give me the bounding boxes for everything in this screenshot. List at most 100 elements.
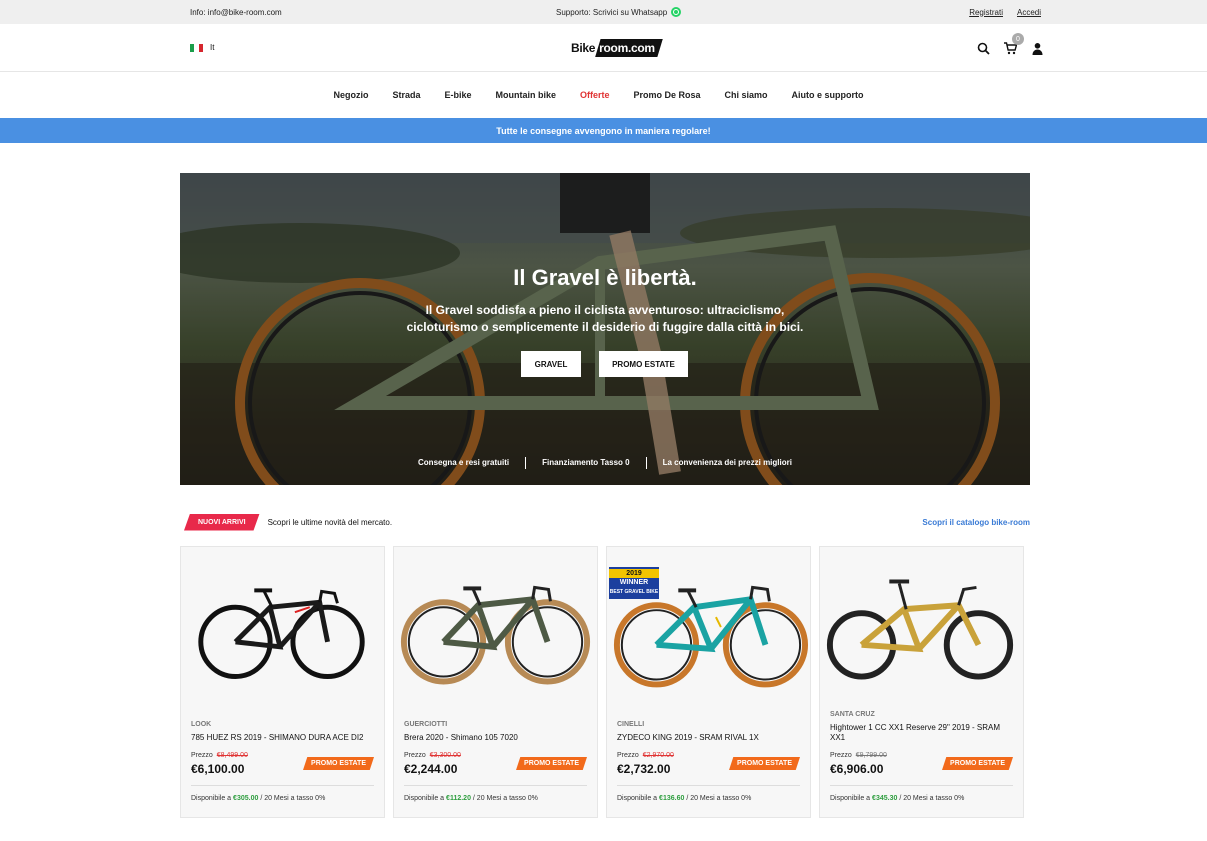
hero-subtitle: Il Gravel soddisfa a pieno il ciclista a…	[406, 303, 804, 334]
promo-estate-button[interactable]: PROMO ESTATE	[599, 351, 688, 377]
italy-flag-icon	[190, 43, 203, 52]
current-price: €2,244.00	[404, 762, 458, 776]
avail-amount: €345.30	[872, 795, 898, 802]
avail-amount: €305.00	[233, 795, 259, 802]
nav-item-ebike[interactable]: E-bike	[444, 90, 471, 100]
support-link[interactable]: Supporto: Scrivici su Whatsapp	[556, 0, 682, 24]
product-name[interactable]: 785 HUEZ RS 2019 - SHIMANO DURA ACE DI2	[191, 733, 376, 743]
site-logo[interactable]: Bike room.com	[571, 38, 663, 58]
price-line: Prezzo €2,970.00	[617, 752, 674, 759]
account-links: Registrati Accedi	[969, 8, 1041, 17]
installment-info: Disponibile a €136.60 / 20 Mesi a tasso …	[617, 795, 751, 802]
product-brand: SANTA CRUZ	[830, 711, 875, 718]
product-card[interactable]: LOOK 785 HUEZ RS 2019 - SHIMANO DURA ACE…	[180, 546, 385, 818]
product-brand: CINELLI	[617, 721, 645, 728]
award-title: WINNER	[619, 579, 649, 586]
logo-text-right: room.com	[595, 39, 663, 57]
current-price: €6,906.00	[830, 762, 884, 776]
promo-badge: PROMO ESTATE	[303, 757, 374, 770]
product-card[interactable]: SANTA CRUZ Hightower 1 CC XX1 Reserve 29…	[819, 546, 1024, 818]
award-subtitle: BEST GRAVEL BIKE	[609, 589, 659, 595]
old-price: €9,799.00	[855, 752, 887, 759]
price-label: Prezzo	[191, 752, 213, 759]
notice-text: Tutte le consegne avvengono in maniera r…	[496, 125, 711, 136]
price-label: Prezzo	[617, 752, 639, 759]
cart-count-badge: 0	[1012, 33, 1024, 45]
register-link[interactable]: Registrati	[969, 8, 1003, 17]
section-description: Scopri le ultime novità del mercato.	[267, 517, 393, 527]
award-year: 2019	[609, 569, 659, 578]
new-arrivals-tag: NUOVI ARRIVI	[184, 513, 260, 531]
language-label: It	[210, 43, 215, 52]
product-image-guerciotti	[400, 585, 591, 685]
nav-item-offerte[interactable]: Offerte	[580, 90, 610, 100]
user-icon[interactable]	[1031, 42, 1044, 55]
product-list: LOOK 785 HUEZ RS 2019 - SHIMANO DURA ACE…	[180, 546, 1024, 818]
promo-badge: PROMO ESTATE	[729, 757, 800, 770]
current-price: €6,100.00	[191, 762, 245, 776]
top-bar: Info: info@bike-room.com Supporto: Scriv…	[0, 0, 1207, 24]
price-line: Prezzo €3,300.00	[404, 752, 461, 759]
cart-icon[interactable]: 0	[1004, 33, 1024, 55]
product-name[interactable]: Hightower 1 CC XX1 Reserve 29" 2019 - SR…	[830, 723, 1015, 743]
hero-title: Il Gravel è libertà.	[513, 265, 697, 290]
nav-item-strada[interactable]: Strada	[392, 90, 420, 100]
product-card[interactable]: GUERCIOTTI Brera 2020 - Shimano 105 7020…	[393, 546, 598, 818]
avail-prefix: Disponibile a	[191, 795, 232, 802]
avail-suffix: / 20 Mesi a tasso 0%	[899, 795, 965, 802]
contact-info[interactable]: Info: info@bike-room.com	[190, 8, 282, 17]
feature-financing: Finanziamento Tasso 0	[525, 457, 645, 469]
product-card[interactable]: 2019 WINNER BEST GRAVEL BIKE CINELLI ZYD…	[606, 546, 811, 818]
search-icon[interactable]	[977, 42, 990, 55]
product-name[interactable]: ZYDECO KING 2019 - SRAM RIVAL 1X	[617, 733, 802, 743]
price-label: Prezzo	[830, 752, 852, 759]
feature-prices: La convenienza dei prezzi migliori	[645, 457, 808, 469]
feature-delivery: Consegna e resi gratuiti	[418, 458, 510, 467]
avail-suffix: / 20 Mesi a tasso 0%	[686, 795, 752, 802]
nav-item-aiuto[interactable]: Aiuto e supporto	[792, 90, 864, 100]
product-image-look	[198, 588, 365, 680]
avail-prefix: Disponibile a	[830, 795, 871, 802]
avail-suffix: / 20 Mesi a tasso 0%	[260, 795, 326, 802]
whatsapp-icon	[671, 7, 682, 17]
gravel-button[interactable]: GRAVEL	[521, 351, 581, 377]
hero-banner: Il Gravel è libertà. Il Gravel soddisfa …	[180, 173, 1030, 485]
main-nav: Negozio Strada E-bike Mountain bike Offe…	[0, 72, 1207, 118]
new-arrivals-header: NUOVI ARRIVI Scopri le ultime novità del…	[180, 512, 1030, 532]
avail-suffix: / 20 Mesi a tasso 0%	[472, 795, 538, 802]
price-label: Prezzo	[404, 752, 426, 759]
nav-item-negozio[interactable]: Negozio	[333, 90, 368, 100]
avail-amount: €112.20	[446, 795, 471, 802]
product-brand: GUERCIOTTI	[404, 721, 448, 728]
nav-item-mountain-bike[interactable]: Mountain bike	[495, 90, 556, 100]
price-line: Prezzo €8,499.00	[191, 752, 248, 759]
installment-info: Disponibile a €345.30 / 20 Mesi a tasso …	[830, 795, 964, 802]
avail-prefix: Disponibile a	[404, 795, 445, 802]
avail-amount: €136.60	[659, 795, 685, 802]
catalog-link[interactable]: Scopri il catalogo bike-room	[922, 518, 1030, 527]
product-name[interactable]: Brera 2020 - Shimano 105 7020	[404, 733, 589, 743]
promo-badge: PROMO ESTATE	[516, 757, 587, 770]
installment-info: Disponibile a €305.00 / 20 Mesi a tasso …	[191, 795, 325, 802]
old-price: €3,300.00	[429, 752, 461, 759]
divider	[617, 785, 800, 786]
award-badge: 2019 WINNER BEST GRAVEL BIKE	[609, 567, 659, 599]
header-icons: 0	[977, 33, 1044, 55]
support-text: Supporto: Scrivici su Whatsapp	[556, 7, 668, 17]
old-price: €8,499.00	[216, 752, 248, 759]
installment-info: Disponibile a €112.20 / 20 Mesi a tasso …	[404, 795, 538, 802]
nav-item-promo-de-rosa[interactable]: Promo De Rosa	[634, 90, 701, 100]
divider	[404, 785, 587, 786]
divider	[191, 785, 374, 786]
language-selector[interactable]: It	[190, 43, 214, 52]
nav-item-chi-siamo[interactable]: Chi siamo	[725, 90, 768, 100]
promo-badge: PROMO ESTATE	[942, 757, 1013, 770]
old-price: €2,970.00	[642, 752, 674, 759]
logo-text-left: Bike	[571, 41, 596, 55]
login-link[interactable]: Accedi	[1017, 8, 1041, 17]
current-price: €2,732.00	[617, 762, 671, 776]
price-line: Prezzo €9,799.00	[830, 752, 887, 759]
site-header: It Bike room.com 0	[0, 24, 1207, 72]
divider	[830, 785, 1013, 786]
hero-features: Consegna e resi gratuiti Finanziamento T…	[180, 457, 1030, 469]
